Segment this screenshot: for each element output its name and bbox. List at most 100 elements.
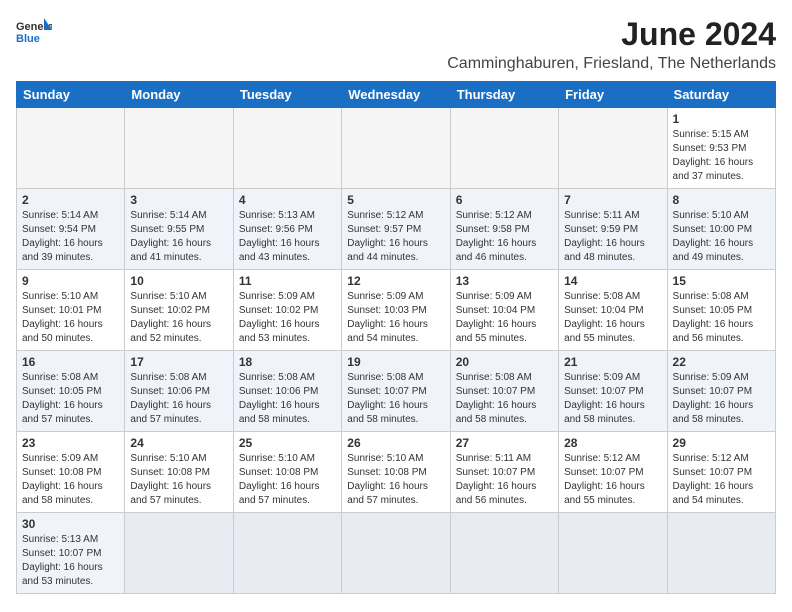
day-number: 25: [239, 436, 336, 450]
day-info: Sunrise: 5:11 AM Sunset: 9:59 PM Dayligh…: [564, 209, 661, 265]
location-title: Camminghaburen, Friesland, The Netherlan…: [447, 55, 776, 73]
day-number: 2: [22, 193, 119, 207]
header-thursday: Thursday: [450, 82, 558, 108]
calendar-day-cell: 29Sunrise: 5:12 AM Sunset: 10:07 PM Dayl…: [667, 432, 775, 513]
calendar-table: SundayMondayTuesdayWednesdayThursdayFrid…: [16, 81, 776, 594]
day-info: Sunrise: 5:10 AM Sunset: 10:01 PM Daylig…: [22, 290, 119, 346]
day-number: 15: [673, 274, 770, 288]
day-info: Sunrise: 5:13 AM Sunset: 9:56 PM Dayligh…: [239, 209, 336, 265]
calendar-day-cell: [125, 513, 233, 594]
calendar-day-cell: 26 Sunrise: 5:10 AM Sunset: 10:08 PM Dayl…: [342, 432, 450, 513]
day-number: 20: [456, 355, 553, 369]
svg-text:Blue: Blue: [16, 33, 40, 45]
day-number: 23: [22, 436, 119, 450]
calendar-day-cell: 14Sunrise: 5:08 AM Sunset: 10:04 PM Dayl…: [559, 270, 667, 351]
calendar-week-row: 30 Sunrise: 5:13 AM Sunset: 10:07 PM Dayl…: [17, 513, 776, 594]
day-info: Sunrise: 5:10 AM Sunset: 10:08 PM Daylig…: [130, 452, 227, 508]
calendar-day-cell: [125, 108, 233, 189]
day-number: 18: [239, 355, 336, 369]
header-monday: Monday: [125, 82, 233, 108]
day-number: 27: [456, 436, 553, 450]
day-number: 10: [130, 274, 227, 288]
day-number: 1: [673, 112, 770, 126]
day-number: 9: [22, 274, 119, 288]
calendar-day-cell: 30 Sunrise: 5:13 AM Sunset: 10:07 PM Dayl…: [17, 513, 125, 594]
calendar-day-cell: 28 Sunrise: 5:12 AM Sunset: 10:07 PM Dayl…: [559, 432, 667, 513]
day-number: 29: [673, 436, 770, 450]
day-info: Sunrise: 5:08 AM Sunset: 10:06 PM Daylig…: [239, 371, 336, 427]
calendar-day-cell: 27 Sunrise: 5:11 AM Sunset: 10:07 PM Dayl…: [450, 432, 558, 513]
calendar-day-cell: 13 Sunrise: 5:09 AM Sunset: 10:04 PM Dayl…: [450, 270, 558, 351]
calendar-day-cell: 15 Sunrise: 5:08 AM Sunset: 10:05 PM Dayl…: [667, 270, 775, 351]
calendar-day-cell: 21Sunrise: 5:09 AM Sunset: 10:07 PM Dayl…: [559, 351, 667, 432]
day-info: Sunrise: 5:09 AM Sunset: 10:07 PM Daylig…: [564, 371, 661, 427]
calendar-week-row: 16 Sunrise: 5:08 AM Sunset: 10:05 PM Dayl…: [17, 351, 776, 432]
title-area: June 2024 Camminghaburen, Friesland, The…: [447, 16, 776, 73]
day-info: Sunrise: 5:08 AM Sunset: 10:05 PM Daylig…: [22, 371, 119, 427]
month-title: June 2024: [447, 16, 776, 53]
day-number: 30: [22, 517, 119, 531]
day-info: Sunrise: 5:11 AM Sunset: 10:07 PM Daylig…: [456, 452, 553, 508]
calendar-day-cell: 5Sunrise: 5:12 AM Sunset: 9:57 PM Daylig…: [342, 189, 450, 270]
day-number: 3: [130, 193, 227, 207]
calendar-day-cell: [450, 513, 558, 594]
day-info: Sunrise: 5:09 AM Sunset: 10:08 PM Daylig…: [22, 452, 119, 508]
calendar-day-cell: 20 Sunrise: 5:08 AM Sunset: 10:07 PM Dayl…: [450, 351, 558, 432]
calendar-day-cell: [233, 513, 341, 594]
day-info: Sunrise: 5:09 AM Sunset: 10:04 PM Daylig…: [456, 290, 553, 346]
day-info: Sunrise: 5:10 AM Sunset: 10:08 PM Daylig…: [239, 452, 336, 508]
calendar-week-row: 23 Sunrise: 5:09 AM Sunset: 10:08 PM Dayl…: [17, 432, 776, 513]
day-number: 26: [347, 436, 444, 450]
day-info: Sunrise: 5:10 AM Sunset: 10:08 PM Daylig…: [347, 452, 444, 508]
calendar-day-cell: 11Sunrise: 5:09 AM Sunset: 10:02 PM Dayl…: [233, 270, 341, 351]
day-number: 4: [239, 193, 336, 207]
calendar-day-cell: 23 Sunrise: 5:09 AM Sunset: 10:08 PM Dayl…: [17, 432, 125, 513]
day-info: Sunrise: 5:08 AM Sunset: 10:07 PM Daylig…: [456, 371, 553, 427]
calendar-day-cell: 2Sunrise: 5:14 AM Sunset: 9:54 PM Daylig…: [17, 189, 125, 270]
calendar-day-cell: [667, 513, 775, 594]
day-number: 24: [130, 436, 227, 450]
day-number: 17: [130, 355, 227, 369]
header-wednesday: Wednesday: [342, 82, 450, 108]
calendar-day-cell: [342, 108, 450, 189]
calendar-day-cell: 22Sunrise: 5:09 AM Sunset: 10:07 PM Dayl…: [667, 351, 775, 432]
day-number: 6: [456, 193, 553, 207]
logo-icon: General Blue: [16, 16, 52, 46]
day-number: 5: [347, 193, 444, 207]
day-number: 12: [347, 274, 444, 288]
calendar-day-cell: 8Sunrise: 5:10 AM Sunset: 10:00 PM Dayli…: [667, 189, 775, 270]
day-info: Sunrise: 5:12 AM Sunset: 10:07 PM Daylig…: [564, 452, 661, 508]
day-info: Sunrise: 5:08 AM Sunset: 10:04 PM Daylig…: [564, 290, 661, 346]
calendar-day-cell: 18 Sunrise: 5:08 AM Sunset: 10:06 PM Dayl…: [233, 351, 341, 432]
calendar-day-cell: 3Sunrise: 5:14 AM Sunset: 9:55 PM Daylig…: [125, 189, 233, 270]
day-info: Sunrise: 5:09 AM Sunset: 10:02 PM Daylig…: [239, 290, 336, 346]
calendar-header-row: SundayMondayTuesdayWednesdayThursdayFrid…: [17, 82, 776, 108]
calendar-day-cell: 7 Sunrise: 5:11 AM Sunset: 9:59 PM Daylig…: [559, 189, 667, 270]
day-info: Sunrise: 5:08 AM Sunset: 10:05 PM Daylig…: [673, 290, 770, 346]
calendar-day-cell: [17, 108, 125, 189]
header-friday: Friday: [559, 82, 667, 108]
day-number: 7: [564, 193, 661, 207]
calendar-day-cell: [342, 513, 450, 594]
calendar-day-cell: 10Sunrise: 5:10 AM Sunset: 10:02 PM Dayl…: [125, 270, 233, 351]
calendar-day-cell: [559, 108, 667, 189]
day-info: Sunrise: 5:13 AM Sunset: 10:07 PM Daylig…: [22, 533, 119, 589]
calendar-day-cell: 4 Sunrise: 5:13 AM Sunset: 9:56 PM Daylig…: [233, 189, 341, 270]
day-number: 13: [456, 274, 553, 288]
day-info: Sunrise: 5:15 AM Sunset: 9:53 PM Dayligh…: [673, 128, 770, 184]
calendar-day-cell: 25 Sunrise: 5:10 AM Sunset: 10:08 PM Dayl…: [233, 432, 341, 513]
calendar-day-cell: 9 Sunrise: 5:10 AM Sunset: 10:01 PM Dayli…: [17, 270, 125, 351]
calendar-day-cell: 19Sunrise: 5:08 AM Sunset: 10:07 PM Dayl…: [342, 351, 450, 432]
day-number: 19: [347, 355, 444, 369]
calendar-week-row: 2Sunrise: 5:14 AM Sunset: 9:54 PM Daylig…: [17, 189, 776, 270]
calendar-week-row: 9 Sunrise: 5:10 AM Sunset: 10:01 PM Dayli…: [17, 270, 776, 351]
day-info: Sunrise: 5:09 AM Sunset: 10:07 PM Daylig…: [673, 371, 770, 427]
calendar-day-cell: 24 Sunrise: 5:10 AM Sunset: 10:08 PM Dayl…: [125, 432, 233, 513]
day-number: 16: [22, 355, 119, 369]
header-sunday: Sunday: [17, 82, 125, 108]
day-info: Sunrise: 5:12 AM Sunset: 9:58 PM Dayligh…: [456, 209, 553, 265]
calendar-day-cell: [559, 513, 667, 594]
day-number: 28: [564, 436, 661, 450]
calendar-day-cell: 16 Sunrise: 5:08 AM Sunset: 10:05 PM Dayl…: [17, 351, 125, 432]
calendar-day-cell: [233, 108, 341, 189]
